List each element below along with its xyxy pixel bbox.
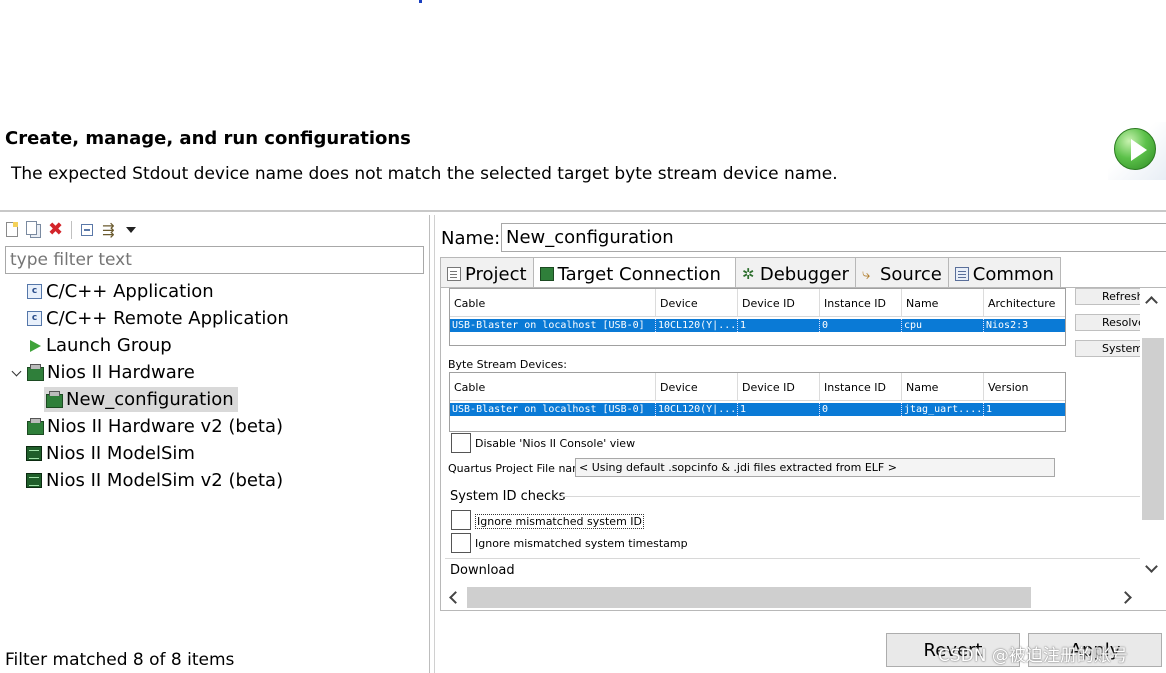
config-tabs: Project Target Connection ✲ Debugger ⤷ S… xyxy=(440,257,1061,287)
header-separator xyxy=(0,210,1166,212)
config-editor-panel: Name: New_configuration Project Target C… xyxy=(434,215,1166,673)
run-icon xyxy=(1114,128,1156,170)
tree-item-nios-modelsim-v2[interactable]: Nios II ModelSim v2 (beta) xyxy=(26,468,283,493)
expand-toggle-icon[interactable] xyxy=(12,367,22,377)
byte-stream-table-header: Cable Device Device ID Instance ID Name … xyxy=(450,373,1065,401)
tab-source[interactable]: ⤷ Source xyxy=(854,257,949,287)
debugger-bug-icon: ✲ xyxy=(741,265,755,283)
project-tab-icon xyxy=(447,267,461,281)
modelsim-icon xyxy=(26,446,42,461)
header-error-message: The expected Stdout device name does not… xyxy=(11,164,838,184)
cpp-app-icon: c xyxy=(27,284,42,299)
watermark: CSDN @被迫注册的账号 xyxy=(938,646,1128,666)
tab-target-connection[interactable]: Target Connection xyxy=(532,257,736,287)
column-header[interactable]: Device ID xyxy=(738,373,820,400)
delete-config-button[interactable]: ✖ xyxy=(47,219,65,240)
column-header[interactable]: Cable xyxy=(450,373,656,400)
delete-icon: ✖ xyxy=(48,219,64,240)
tree-item-cpp-app[interactable]: c C/C++ Application xyxy=(27,279,214,304)
modelsim-v2-icon xyxy=(26,473,42,488)
collapse-icon xyxy=(81,224,93,236)
launch-config-panel: ✖ ⇶ c C/C++ Application c C/C++ Remote A… xyxy=(0,215,430,673)
column-header[interactable]: Cable xyxy=(450,289,656,316)
toolbar-separator xyxy=(71,221,72,239)
scroll-right-icon[interactable] xyxy=(1119,591,1132,604)
resolve-names-button[interactable]: Resolve xyxy=(1075,314,1145,331)
dropdown-arrow-icon xyxy=(126,227,136,233)
filter-input[interactable] xyxy=(5,246,424,274)
scroll-down-icon[interactable] xyxy=(1145,560,1158,573)
filter-status: Filter matched 8 of 8 items xyxy=(5,650,235,670)
common-tab-icon xyxy=(954,267,969,281)
disable-console-label: Disable 'Nios II Console' view xyxy=(475,437,636,450)
processors-table: Cable Device Device ID Instance ID Name … xyxy=(449,288,1066,346)
disable-console-checkbox[interactable] xyxy=(451,433,471,453)
byte-stream-table: Cable Device Device ID Instance ID Name … xyxy=(449,372,1066,432)
horizontal-scroll-thumb[interactable] xyxy=(467,587,1031,608)
header-title: Create, manage, and run configurations xyxy=(5,128,411,149)
duplicate-config-button[interactable] xyxy=(25,221,43,239)
target-connection-icon xyxy=(539,267,554,281)
system-id-group-label: System ID checks xyxy=(450,489,566,504)
processors-table-header: Cable Device Device ID Instance ID Name … xyxy=(450,289,1065,317)
config-toolbar: ✖ ⇶ xyxy=(3,219,140,240)
quartus-file-label: Quartus Project File name: xyxy=(448,462,594,475)
run-banner xyxy=(1108,122,1166,180)
stray-dot xyxy=(419,0,422,3)
new-config-button[interactable] xyxy=(3,221,21,239)
new-document-icon xyxy=(6,222,18,237)
download-group-label: Download xyxy=(450,563,515,578)
horizontal-scrollbar[interactable] xyxy=(441,585,1166,610)
byte-stream-label: Byte Stream Devices: xyxy=(448,358,567,371)
table-row[interactable]: USB-Blaster on localhost [USB-0] 10CL120… xyxy=(450,319,1065,332)
column-header[interactable]: Device xyxy=(656,373,738,400)
dialog-header: Create, manage, and run configurations T… xyxy=(0,122,1166,210)
tree-item-cpp-remote-app[interactable]: c C/C++ Remote Application xyxy=(27,306,289,331)
scroll-left-icon[interactable] xyxy=(449,591,462,604)
name-label: Name: xyxy=(441,228,501,249)
tab-project[interactable]: Project xyxy=(440,257,534,287)
tree-item-launch-group[interactable]: Launch Group xyxy=(27,333,172,358)
ignore-system-id-label: Ignore mismatched system ID xyxy=(475,514,644,529)
filter-config-button[interactable]: ⇶ xyxy=(100,221,118,239)
vertical-scrollbar[interactable] xyxy=(1140,288,1166,583)
tree-item-new-configuration[interactable]: New_configuration xyxy=(44,387,238,412)
column-header[interactable]: Version xyxy=(984,373,1065,400)
collapse-all-button[interactable] xyxy=(78,221,96,239)
scroll-up-icon[interactable] xyxy=(1145,296,1158,309)
tree-item-nios-hardware[interactable]: Nios II Hardware xyxy=(26,360,195,385)
launch-group-icon xyxy=(30,339,41,352)
column-header[interactable]: Name xyxy=(902,373,984,400)
tree-item-nios-modelsim[interactable]: Nios II ModelSim xyxy=(26,441,195,466)
view-menu-button[interactable] xyxy=(122,221,140,239)
nios-config-icon xyxy=(45,391,63,408)
cpp-remote-app-icon: c xyxy=(27,311,42,326)
table-row[interactable]: USB-Blaster on localhost [USB-0] 10CL120… xyxy=(450,403,1065,416)
source-lookup-icon: ⤷ xyxy=(861,265,871,283)
nios-hardware-v2-icon xyxy=(26,418,44,435)
quartus-file-field[interactable]: < Using default .sopcinfo & .jdi files e… xyxy=(575,458,1055,477)
column-header[interactable]: Device ID xyxy=(738,289,820,316)
group-separator xyxy=(561,496,1141,497)
group-separator xyxy=(445,558,1141,559)
column-header[interactable]: Architecture xyxy=(984,289,1065,316)
tree-item-nios-hardware-v2[interactable]: Nios II Hardware v2 (beta) xyxy=(26,414,283,439)
vertical-scroll-thumb[interactable] xyxy=(1142,338,1164,520)
column-header[interactable]: Instance ID xyxy=(820,373,902,400)
tab-common[interactable]: Common xyxy=(947,257,1061,287)
column-header[interactable]: Device xyxy=(656,289,738,316)
nios-hardware-icon xyxy=(26,364,44,381)
refresh-connections-button[interactable]: Refresh xyxy=(1075,288,1145,305)
ignore-system-id-checkbox[interactable] xyxy=(451,510,471,530)
column-header[interactable]: Name xyxy=(902,289,984,316)
filter-icon: ⇶ xyxy=(102,221,115,239)
ignore-timestamp-label: Ignore mismatched system timestamp xyxy=(475,537,688,550)
ignore-timestamp-checkbox[interactable] xyxy=(451,533,471,553)
name-input[interactable]: New_configuration xyxy=(501,223,1166,252)
tab-debugger[interactable]: ✲ Debugger xyxy=(734,257,856,287)
target-connection-content: Cable Device Device ID Instance ID Name … xyxy=(440,287,1166,611)
column-header[interactable]: Instance ID xyxy=(820,289,902,316)
system-id-properties-button[interactable]: System xyxy=(1075,340,1145,357)
